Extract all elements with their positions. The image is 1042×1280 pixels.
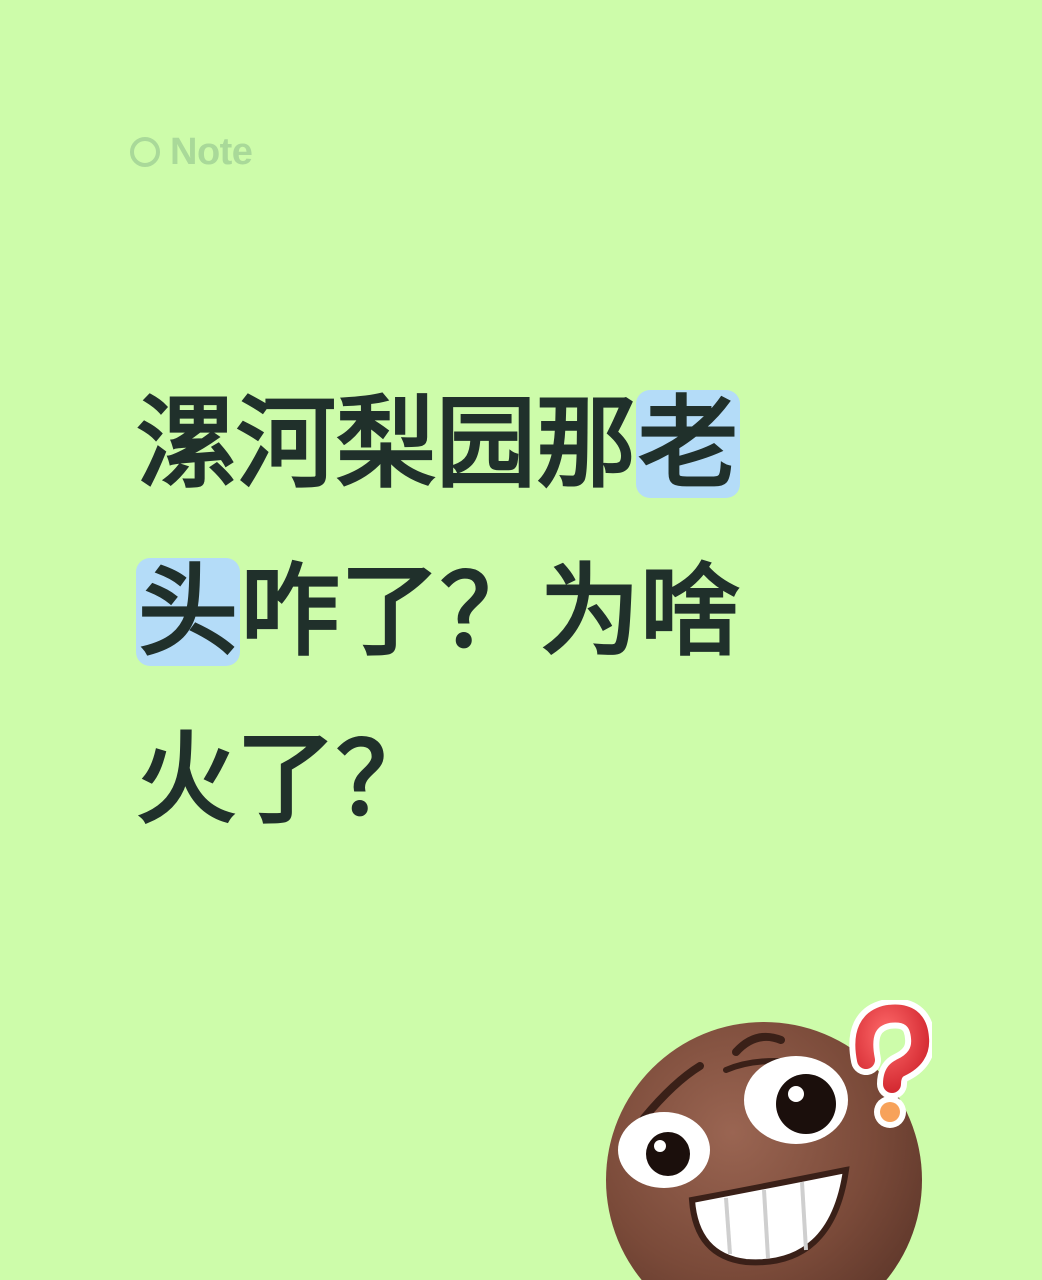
left-eye	[618, 1112, 710, 1188]
headline-line-3-text: 火了？	[136, 721, 436, 838]
headline-line-2-text: 咋了？为啥	[240, 553, 740, 670]
right-eye	[744, 1056, 848, 1144]
circle-icon	[130, 137, 160, 167]
confused-grinning-face-with-question-mark-icon	[606, 1000, 932, 1280]
headline-line-1: 漯河梨园那老	[136, 360, 856, 528]
note-label: Note	[170, 130, 253, 173]
note-tag: Note	[130, 128, 253, 176]
headline-line-3: 火了？	[136, 696, 856, 864]
headline: 漯河梨园那老 头咋了？为啥 火了？	[136, 360, 856, 864]
headline-line-2: 头咋了？为啥	[136, 528, 856, 696]
highlighted-text: 老	[636, 385, 740, 502]
headline-line-1-text: 漯河梨园那	[136, 385, 636, 502]
highlighted-text: 头	[136, 553, 240, 670]
